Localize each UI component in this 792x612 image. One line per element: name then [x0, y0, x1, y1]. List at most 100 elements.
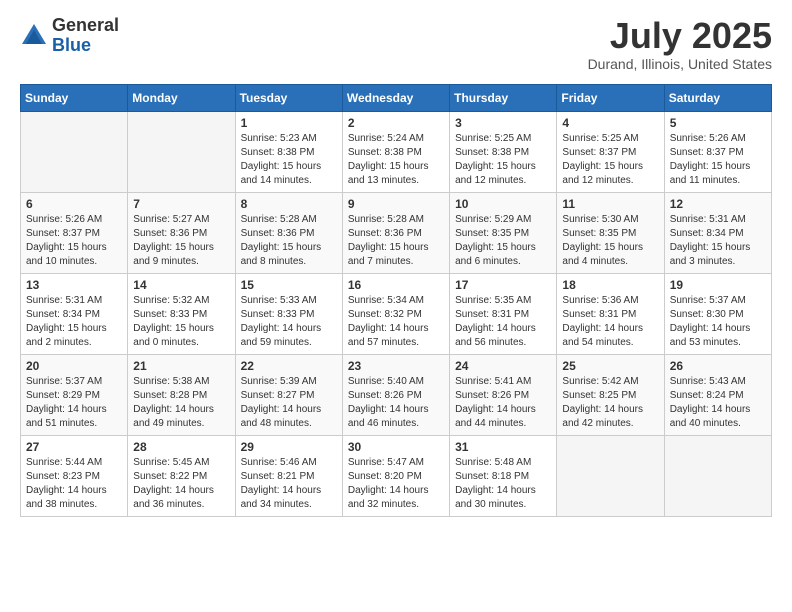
- day-number: 14: [133, 278, 229, 292]
- calendar-cell: 30Sunrise: 5:47 AM Sunset: 8:20 PM Dayli…: [342, 435, 449, 516]
- day-number: 19: [670, 278, 766, 292]
- day-number: 24: [455, 359, 551, 373]
- calendar-cell: 24 Sunrise: 5:41 AM Sunset: 8:26 PM Dayli…: [450, 354, 557, 435]
- calendar-body: 1 Sunrise: 5:23 AM Sunset: 8:38 PM Daylig…: [21, 111, 772, 516]
- weekday-header: Friday: [557, 84, 664, 111]
- calendar-cell: 16 Sunrise: 5:34 AM Sunset: 8:32 PM Dayli…: [342, 273, 449, 354]
- calendar-cell: 28Sunrise: 5:45 AM Sunset: 8:22 PM Dayli…: [128, 435, 235, 516]
- calendar-cell: 31 Sunrise: 5:48 AM Sunset: 8:18 PM Dayli…: [450, 435, 557, 516]
- calendar-cell: 29 Sunrise: 5:46 AM Sunset: 8:21 PM Dayli…: [235, 435, 342, 516]
- calendar-cell: 18 Sunrise: 5:36 AM Sunset: 8:31 PM Dayli…: [557, 273, 664, 354]
- day-number: 26: [670, 359, 766, 373]
- day-info: Sunrise: 5:25 AM Sunset: 8:37 PM Dayligh…: [562, 132, 658, 188]
- day-info: Sunrise: 5:26 AM Sunset: 8:37 PM Dayligh…: [670, 132, 766, 188]
- day-number: 29: [241, 440, 337, 454]
- day-info: Sunrise: 5:37 AM Sunset: 8:29 PM Dayligh…: [26, 375, 122, 431]
- month-title: July 2025: [588, 16, 772, 56]
- weekday-header: Tuesday: [235, 84, 342, 111]
- calendar-header: SundayMondayTuesdayWednesdayThursdayFrid…: [21, 84, 772, 111]
- day-info: Sunrise: 5:36 AM Sunset: 8:31 PM Dayligh…: [562, 294, 658, 350]
- day-info: Sunrise: 5:35 AM Sunset: 8:31 PM Dayligh…: [455, 294, 551, 350]
- calendar-cell: 2 Sunrise: 5:24 AM Sunset: 8:38 PM Daylig…: [342, 111, 449, 192]
- calendar-cell: [664, 435, 771, 516]
- calendar-cell: 8 Sunrise: 5:28 AM Sunset: 8:36 PM Daylig…: [235, 192, 342, 273]
- day-number: 7: [133, 197, 229, 211]
- day-info: Sunrise: 5:46 AM Sunset: 8:21 PM Dayligh…: [241, 456, 337, 512]
- calendar-cell: 5 Sunrise: 5:26 AM Sunset: 8:37 PM Daylig…: [664, 111, 771, 192]
- weekday-header: Wednesday: [342, 84, 449, 111]
- calendar-cell: 4Sunrise: 5:25 AM Sunset: 8:37 PM Daylig…: [557, 111, 664, 192]
- day-number: 27: [26, 440, 122, 454]
- calendar-cell: 12 Sunrise: 5:31 AM Sunset: 8:34 PM Dayli…: [664, 192, 771, 273]
- logo: General Blue: [20, 16, 119, 56]
- day-info: Sunrise: 5:29 AM Sunset: 8:35 PM Dayligh…: [455, 213, 551, 269]
- day-info: Sunrise: 5:48 AM Sunset: 8:18 PM Dayligh…: [455, 456, 551, 512]
- day-number: 25: [562, 359, 658, 373]
- day-number: 10: [455, 197, 551, 211]
- calendar-cell: 6Sunrise: 5:26 AM Sunset: 8:37 PM Daylig…: [21, 192, 128, 273]
- day-info: Sunrise: 5:44 AM Sunset: 8:23 PM Dayligh…: [26, 456, 122, 512]
- day-info: Sunrise: 5:43 AM Sunset: 8:24 PM Dayligh…: [670, 375, 766, 431]
- day-info: Sunrise: 5:45 AM Sunset: 8:22 PM Dayligh…: [133, 456, 229, 512]
- day-info: Sunrise: 5:28 AM Sunset: 8:36 PM Dayligh…: [241, 213, 337, 269]
- day-info: Sunrise: 5:30 AM Sunset: 8:35 PM Dayligh…: [562, 213, 658, 269]
- day-info: Sunrise: 5:34 AM Sunset: 8:32 PM Dayligh…: [348, 294, 444, 350]
- day-info: Sunrise: 5:38 AM Sunset: 8:28 PM Dayligh…: [133, 375, 229, 431]
- day-info: Sunrise: 5:40 AM Sunset: 8:26 PM Dayligh…: [348, 375, 444, 431]
- day-number: 18: [562, 278, 658, 292]
- day-number: 3: [455, 116, 551, 130]
- day-number: 1: [241, 116, 337, 130]
- logo-icon: [20, 22, 48, 50]
- calendar-cell: 1 Sunrise: 5:23 AM Sunset: 8:38 PM Daylig…: [235, 111, 342, 192]
- day-number: 21: [133, 359, 229, 373]
- day-number: 2: [348, 116, 444, 130]
- calendar-week-row: 27 Sunrise: 5:44 AM Sunset: 8:23 PM Dayli…: [21, 435, 772, 516]
- day-number: 16: [348, 278, 444, 292]
- calendar-cell: 13 Sunrise: 5:31 AM Sunset: 8:34 PM Dayli…: [21, 273, 128, 354]
- day-number: 13: [26, 278, 122, 292]
- weekday-header: Monday: [128, 84, 235, 111]
- day-number: 5: [670, 116, 766, 130]
- day-info: Sunrise: 5:32 AM Sunset: 8:33 PM Dayligh…: [133, 294, 229, 350]
- day-info: Sunrise: 5:31 AM Sunset: 8:34 PM Dayligh…: [26, 294, 122, 350]
- calendar-cell: 20 Sunrise: 5:37 AM Sunset: 8:29 PM Dayli…: [21, 354, 128, 435]
- day-info: Sunrise: 5:41 AM Sunset: 8:26 PM Dayligh…: [455, 375, 551, 431]
- page-header: General Blue July 2025 Durand, Illinois,…: [20, 16, 772, 72]
- day-info: Sunrise: 5:47 AM Sunset: 8:20 PM Dayligh…: [348, 456, 444, 512]
- day-number: 6: [26, 197, 122, 211]
- day-info: Sunrise: 5:25 AM Sunset: 8:38 PM Dayligh…: [455, 132, 551, 188]
- weekday-header: Thursday: [450, 84, 557, 111]
- day-number: 11: [562, 197, 658, 211]
- day-number: 31: [455, 440, 551, 454]
- day-info: Sunrise: 5:39 AM Sunset: 8:27 PM Dayligh…: [241, 375, 337, 431]
- day-number: 12: [670, 197, 766, 211]
- calendar-week-row: 20 Sunrise: 5:37 AM Sunset: 8:29 PM Dayli…: [21, 354, 772, 435]
- calendar-cell: [128, 111, 235, 192]
- calendar-cell: [21, 111, 128, 192]
- calendar-cell: 21 Sunrise: 5:38 AM Sunset: 8:28 PM Dayli…: [128, 354, 235, 435]
- day-info: Sunrise: 5:24 AM Sunset: 8:38 PM Dayligh…: [348, 132, 444, 188]
- calendar-cell: 15 Sunrise: 5:33 AM Sunset: 8:33 PM Dayli…: [235, 273, 342, 354]
- calendar-week-row: 6Sunrise: 5:26 AM Sunset: 8:37 PM Daylig…: [21, 192, 772, 273]
- day-number: 20: [26, 359, 122, 373]
- weekday-header: Saturday: [664, 84, 771, 111]
- calendar-cell: 27 Sunrise: 5:44 AM Sunset: 8:23 PM Dayli…: [21, 435, 128, 516]
- calendar-cell: 17Sunrise: 5:35 AM Sunset: 8:31 PM Dayli…: [450, 273, 557, 354]
- day-number: 15: [241, 278, 337, 292]
- day-info: Sunrise: 5:37 AM Sunset: 8:30 PM Dayligh…: [670, 294, 766, 350]
- calendar-cell: 3 Sunrise: 5:25 AM Sunset: 8:38 PM Daylig…: [450, 111, 557, 192]
- day-info: Sunrise: 5:23 AM Sunset: 8:38 PM Dayligh…: [241, 132, 337, 188]
- calendar-cell: 26 Sunrise: 5:43 AM Sunset: 8:24 PM Dayli…: [664, 354, 771, 435]
- calendar-table: SundayMondayTuesdayWednesdayThursdayFrid…: [20, 84, 772, 517]
- day-number: 9: [348, 197, 444, 211]
- calendar-cell: 10 Sunrise: 5:29 AM Sunset: 8:35 PM Dayli…: [450, 192, 557, 273]
- day-info: Sunrise: 5:31 AM Sunset: 8:34 PM Dayligh…: [670, 213, 766, 269]
- day-number: 8: [241, 197, 337, 211]
- title-block: July 2025 Durand, Illinois, United State…: [588, 16, 772, 72]
- calendar-week-row: 1 Sunrise: 5:23 AM Sunset: 8:38 PM Daylig…: [21, 111, 772, 192]
- day-info: Sunrise: 5:33 AM Sunset: 8:33 PM Dayligh…: [241, 294, 337, 350]
- logo-blue-text: Blue: [52, 36, 119, 56]
- calendar-cell: 19 Sunrise: 5:37 AM Sunset: 8:30 PM Dayli…: [664, 273, 771, 354]
- weekday-row: SundayMondayTuesdayWednesdayThursdayFrid…: [21, 84, 772, 111]
- calendar-cell: 25Sunrise: 5:42 AM Sunset: 8:25 PM Dayli…: [557, 354, 664, 435]
